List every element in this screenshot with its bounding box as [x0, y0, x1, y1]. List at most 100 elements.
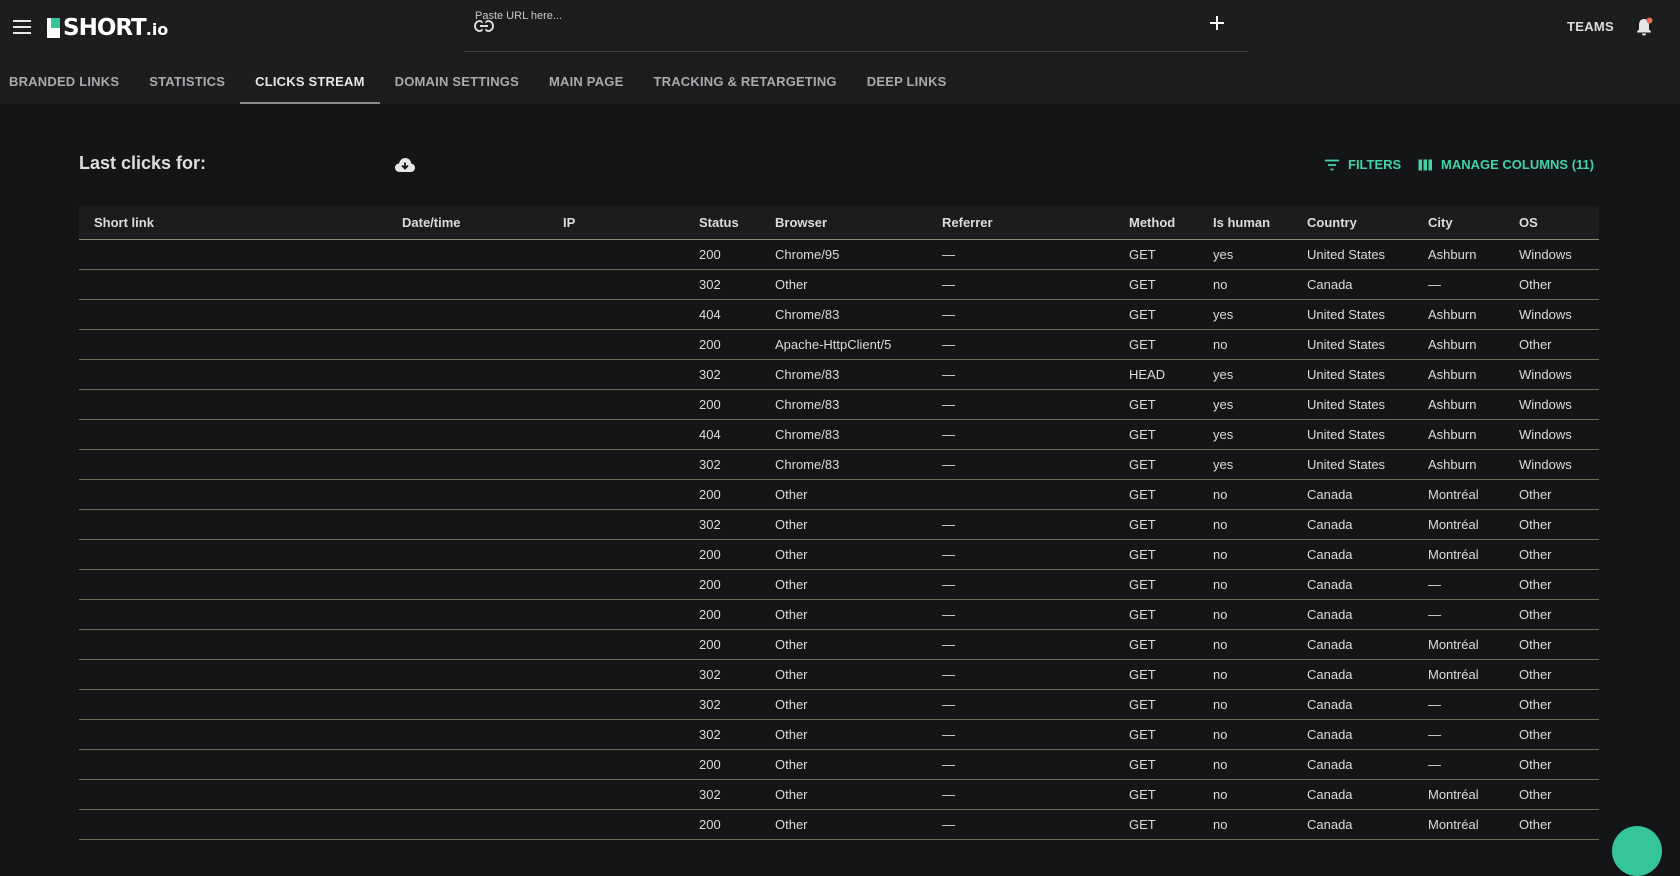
- columns-icon: [1418, 159, 1432, 170]
- url-input[interactable]: Paste URL here...: [464, 0, 1248, 52]
- cell-browser: Other: [775, 667, 808, 682]
- cell-browser: Chrome/83: [775, 367, 840, 382]
- table-body: 200 Chrome/95 — GET yes United States Ashburn W…: [79, 240, 1599, 840]
- tab-domain-settings[interactable]: DOMAIN SETTINGS: [380, 62, 534, 104]
- tab-clicks-stream[interactable]: CLICKS STREAM: [240, 62, 380, 104]
- cell-city: Ashburn: [1428, 307, 1477, 322]
- cell-os: Other: [1519, 697, 1552, 712]
- tab-branded-links[interactable]: BRANDED LINKS: [0, 62, 134, 104]
- col-country[interactable]: Country: [1307, 215, 1357, 230]
- cell-status: 200: [699, 487, 721, 502]
- col-short-link[interactable]: Short link: [94, 215, 154, 230]
- cell-os: Other: [1519, 727, 1552, 742]
- table-row[interactable]: 200 Chrome/83 — GET yes United States Ashburn W…: [79, 390, 1599, 420]
- cloud-download-icon[interactable]: [394, 156, 416, 174]
- tab-main-page[interactable]: MAIN PAGE: [534, 62, 639, 104]
- col-referrer[interactable]: Referrer: [942, 215, 993, 230]
- cell-is-human: no: [1213, 697, 1228, 712]
- cell-is-human: no: [1213, 607, 1228, 622]
- cell-method: GET: [1129, 607, 1156, 622]
- cell-status: 302: [699, 367, 721, 382]
- cell-country: Canada: [1307, 607, 1353, 622]
- table-row[interactable]: 302 Other — GET no Canada Montréal Other: [79, 660, 1599, 690]
- table-row[interactable]: 302 Other — GET no Canada Montréal Other: [79, 510, 1599, 540]
- cell-status: 302: [699, 787, 721, 802]
- cell-method: GET: [1129, 577, 1156, 592]
- table-row[interactable]: 302 Other — GET no Canada — Other: [79, 270, 1599, 300]
- clicks-table: Short link Date/time IP Status Browser R…: [79, 206, 1599, 840]
- cell-city: —: [1428, 757, 1441, 772]
- tab-deep-links[interactable]: DEEP LINKS: [852, 62, 962, 104]
- table-row[interactable]: 302 Other — GET no Canada Montréal Other: [79, 780, 1599, 810]
- link-icon: [474, 20, 494, 32]
- col-ip[interactable]: IP: [563, 215, 575, 230]
- cell-is-human: no: [1213, 277, 1228, 292]
- teams-button[interactable]: TEAMS: [1567, 19, 1614, 34]
- cell-method: GET: [1129, 817, 1156, 832]
- table-row[interactable]: 200 Other — GET no Canada Montréal Other: [79, 810, 1599, 840]
- col-status[interactable]: Status: [699, 215, 739, 230]
- table-row[interactable]: 200 Other — GET no Canada — Other: [79, 600, 1599, 630]
- cell-referrer: —: [942, 667, 955, 682]
- menu-icon[interactable]: [13, 17, 33, 37]
- chat-button[interactable]: [1612, 826, 1662, 876]
- table-row[interactable]: 302 Chrome/83 — HEAD yes United States Ashburn…: [79, 360, 1599, 390]
- cell-os: Other: [1519, 487, 1552, 502]
- cell-referrer: —: [942, 517, 955, 532]
- cell-referrer: —: [942, 457, 955, 472]
- cell-status: 200: [699, 817, 721, 832]
- filters-button[interactable]: FILTERS: [1324, 157, 1401, 172]
- cell-city: —: [1428, 577, 1441, 592]
- logo[interactable]: SHORT.io: [47, 13, 168, 43]
- notification-bell-icon[interactable]: [1634, 17, 1654, 37]
- table-row[interactable]: 302 Chrome/83 — GET yes United States Ashburn W…: [79, 450, 1599, 480]
- cell-status: 404: [699, 307, 721, 322]
- tab-statistics[interactable]: STATISTICS: [134, 62, 240, 104]
- cell-is-human: yes: [1213, 427, 1234, 442]
- cell-referrer: —: [942, 697, 955, 712]
- table-row[interactable]: 302 Other — GET no Canada — Other: [79, 720, 1599, 750]
- cell-method: GET: [1129, 727, 1156, 742]
- col-method[interactable]: Method: [1129, 215, 1175, 230]
- cell-city: Ashburn: [1428, 457, 1477, 472]
- table-row[interactable]: 200 Other — GET no Canada — Other: [79, 570, 1599, 600]
- cell-status: 200: [699, 607, 721, 622]
- col-date-time[interactable]: Date/time: [402, 215, 461, 230]
- cell-country: United States: [1307, 247, 1386, 262]
- table-row[interactable]: 200 Chrome/95 — GET yes United States Ashburn W…: [79, 240, 1599, 270]
- table-row[interactable]: 302 Other — GET no Canada — Other: [79, 690, 1599, 720]
- cell-status: 200: [699, 547, 721, 562]
- add-link-button[interactable]: [1208, 14, 1226, 32]
- col-os[interactable]: OS: [1519, 215, 1538, 230]
- page-title: Last clicks for:: [79, 153, 207, 173]
- table-row[interactable]: 200 Other GET no Canada Montréal Other: [79, 480, 1599, 510]
- table-row[interactable]: 200 Other — GET no Canada Montréal Other: [79, 540, 1599, 570]
- cell-os: Other: [1519, 607, 1552, 622]
- cell-os: Other: [1519, 757, 1552, 772]
- col-is-human[interactable]: Is human: [1213, 215, 1270, 230]
- cell-referrer: —: [942, 817, 955, 832]
- cell-city: Ashburn: [1428, 367, 1477, 382]
- manage-columns-button[interactable]: MANAGE COLUMNS (11): [1418, 157, 1594, 172]
- cell-status: 404: [699, 427, 721, 442]
- cell-os: Other: [1519, 277, 1552, 292]
- cell-browser: Other: [775, 697, 808, 712]
- col-browser[interactable]: Browser: [775, 215, 827, 230]
- table-row[interactable]: 404 Chrome/83 — GET yes United States Ashburn W…: [79, 420, 1599, 450]
- table-row[interactable]: 200 Other — GET no Canada Montréal Other: [79, 630, 1599, 660]
- cell-city: Ashburn: [1428, 427, 1477, 442]
- col-city[interactable]: City: [1428, 215, 1453, 230]
- table-row[interactable]: 200 Apache-HttpClient/5 — GET no United State…: [79, 330, 1599, 360]
- cell-city: Montréal: [1428, 547, 1479, 562]
- table-row[interactable]: 200 Other — GET no Canada — Other: [79, 750, 1599, 780]
- tab-tracking-retargeting[interactable]: TRACKING & RETARGETING: [638, 62, 851, 104]
- cell-status: 200: [699, 337, 721, 352]
- cell-country: Canada: [1307, 697, 1353, 712]
- cell-os: Other: [1519, 337, 1552, 352]
- table-row[interactable]: 404 Chrome/83 — GET yes United States Ashburn W…: [79, 300, 1599, 330]
- cell-is-human: no: [1213, 577, 1228, 592]
- cell-status: 302: [699, 457, 721, 472]
- cell-country: United States: [1307, 337, 1386, 352]
- cell-referrer: —: [942, 547, 955, 562]
- cell-city: Montréal: [1428, 517, 1479, 532]
